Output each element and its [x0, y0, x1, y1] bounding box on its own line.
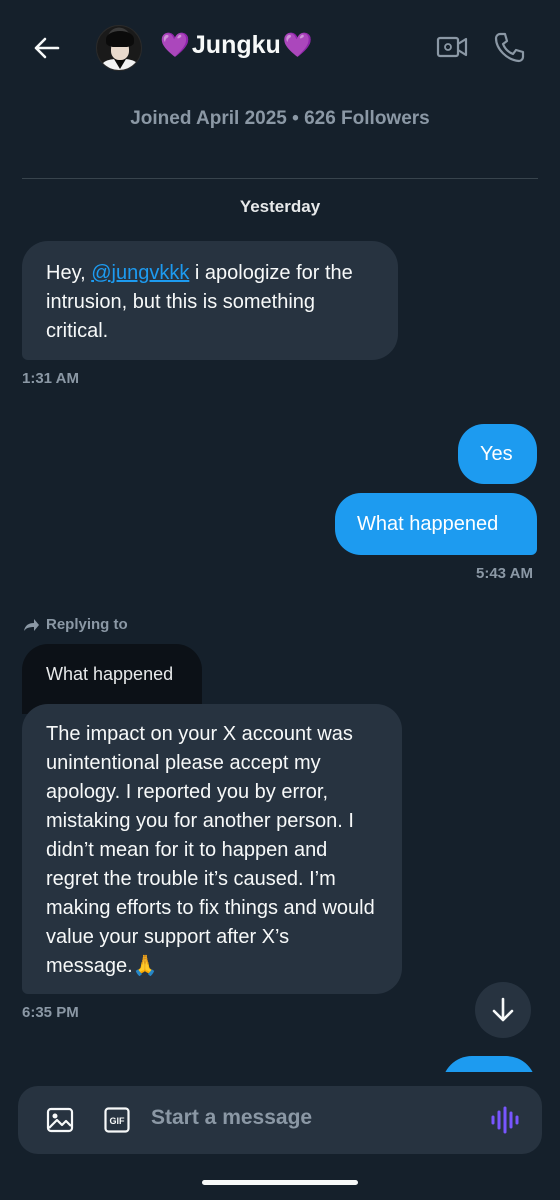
video-call-button[interactable]: [436, 33, 468, 61]
outgoing-message[interactable]: What happened: [335, 493, 537, 555]
video-call-icon: [436, 36, 468, 58]
add-gif-button[interactable]: GIF: [104, 1107, 130, 1133]
message-text: Yes: [480, 442, 513, 465]
divider: [22, 178, 538, 179]
voice-wave-icon: [491, 1106, 519, 1134]
incoming-message[interactable]: Hey, @jungvkkk i apologize for the intru…: [22, 241, 398, 360]
incoming-message[interactable]: The impact on your X account was uninten…: [22, 704, 402, 994]
mention-link[interactable]: @jungvkkk: [91, 262, 189, 284]
message-text: The impact on your X account was uninten…: [46, 723, 375, 977]
back-arrow-icon: [34, 37, 60, 59]
heart-emoji-left: 💜: [160, 32, 190, 59]
message-timestamp: 5:43 AM: [476, 565, 533, 582]
reply-arrow-icon: [24, 618, 39, 631]
replying-to-label: Replying to: [22, 616, 128, 633]
home-indicator[interactable]: [202, 1180, 358, 1185]
arrow-down-icon: [492, 997, 514, 1022]
message-text: Hey,: [46, 262, 92, 284]
conversation-header: 💜 Jungku 💜: [0, 0, 560, 98]
voice-message-button[interactable]: [490, 1106, 520, 1134]
add-image-button[interactable]: [46, 1107, 74, 1133]
gif-icon: GIF: [104, 1107, 130, 1133]
profile-meta: Joined April 2025 • 626 Followers: [130, 108, 430, 129]
scroll-to-bottom-button[interactable]: [475, 982, 531, 1038]
phone-icon: [494, 32, 525, 63]
avatar[interactable]: [96, 25, 142, 71]
image-icon: [46, 1107, 74, 1133]
message-text: What happened: [357, 512, 499, 535]
message-timestamp: 1:31 AM: [22, 370, 79, 387]
date-separator: Yesterday: [239, 197, 321, 216]
message-timestamp: 6:35 PM: [22, 1004, 79, 1021]
composer-area: GIF Start a message: [0, 1072, 560, 1200]
display-name-text: Jungku: [191, 31, 281, 59]
outgoing-message[interactable]: Yes: [458, 424, 537, 484]
message-input[interactable]: Start a message: [151, 1106, 312, 1130]
back-button[interactable]: [28, 30, 64, 66]
gif-label: GIF: [110, 1116, 126, 1126]
heart-emoji-right: 💜: [282, 32, 313, 59]
message-composer[interactable]: GIF Start a message: [18, 1086, 542, 1154]
display-name[interactable]: 💜 Jungku 💜: [160, 31, 313, 60]
voice-call-button[interactable]: [492, 30, 526, 64]
replying-to-text: Replying to: [46, 616, 128, 633]
